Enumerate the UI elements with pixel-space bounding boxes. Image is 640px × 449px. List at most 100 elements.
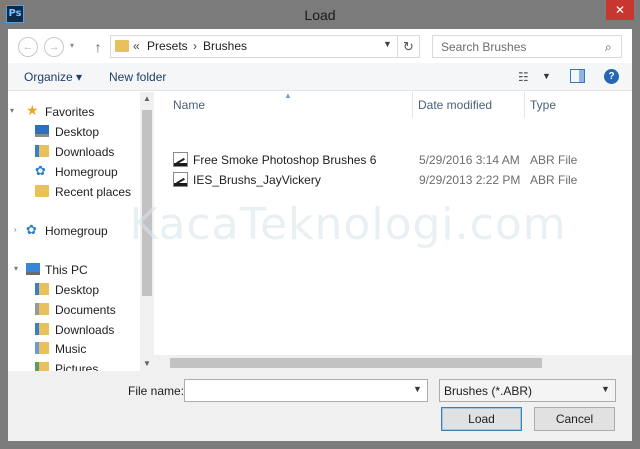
recent-places-icon xyxy=(35,185,49,197)
column-header-name[interactable]: ▲ Name xyxy=(154,91,412,118)
nav-pane-scrollbar[interactable]: ▲ ▼ xyxy=(140,92,154,371)
desktop-folder-icon xyxy=(35,283,49,295)
abr-file-icon xyxy=(173,172,188,187)
address-bar[interactable]: « Presets › Brushes ▼ xyxy=(110,35,398,58)
file-name-dropdown-icon[interactable]: ▼ xyxy=(413,384,422,394)
back-button[interactable]: ← xyxy=(18,37,38,57)
refresh-button[interactable]: ↻ xyxy=(398,35,420,58)
chevron-down-icon[interactable]: ▼ xyxy=(601,384,610,394)
scrollbar-thumb[interactable] xyxy=(170,358,542,368)
file-name: Free Smoke Photoshop Brushes 6 xyxy=(193,153,377,167)
cancel-button[interactable]: Cancel xyxy=(534,407,615,431)
nav-item-label: Documents xyxy=(55,303,116,317)
breadcrumb-presets[interactable]: Presets xyxy=(147,39,188,53)
downloads-folder-icon xyxy=(35,323,49,335)
nav-item-label: Pictures xyxy=(55,362,99,371)
file-type: ABR File xyxy=(530,153,578,167)
preview-pane-icon[interactable] xyxy=(570,69,585,83)
column-header-type[interactable]: Type xyxy=(525,92,632,118)
pictures-folder-icon xyxy=(35,362,49,371)
scroll-up-icon[interactable]: ▲ xyxy=(140,92,154,106)
file-row[interactable]: IES_Brushs_JayVickery 9/29/2013 2:22 PM … xyxy=(154,170,632,190)
file-name-input[interactable]: ▼ xyxy=(184,379,428,402)
command-toolbar: Organize ▾ New folder ☷ ▼ ? xyxy=(8,63,632,91)
collapse-icon[interactable]: ▾ xyxy=(14,264,18,273)
column-header-label: Type xyxy=(530,98,557,112)
nav-item-homegroup-root[interactable]: › ✿ Homegroup xyxy=(8,221,140,241)
homegroup-icon: ✿ xyxy=(26,222,37,237)
homegroup-icon: ✿ xyxy=(35,163,46,178)
nav-item-label: Favorites xyxy=(45,105,95,119)
nav-item-label: Desktop xyxy=(55,125,100,139)
column-header-date-modified[interactable]: Date modified xyxy=(413,92,524,118)
file-row[interactable]: Free Smoke Photoshop Brushes 6 5/29/2016… xyxy=(154,150,632,170)
nav-item-label: Desktop xyxy=(55,283,100,297)
folder-icon xyxy=(115,40,129,52)
column-header-label: Name xyxy=(173,98,206,112)
nav-item-documents[interactable]: Documents xyxy=(8,300,140,320)
view-dropdown-icon[interactable]: ▼ xyxy=(542,71,551,81)
nav-item-label: Music xyxy=(55,342,87,356)
nav-item-label: Recent places xyxy=(55,185,132,199)
nav-item-desktop[interactable]: Desktop xyxy=(8,122,140,142)
nav-item-label: Homegroup xyxy=(45,224,108,238)
star-icon: ★ xyxy=(26,102,39,118)
organize-menu[interactable]: Organize ▾ xyxy=(24,70,82,84)
abr-file-icon xyxy=(173,152,188,167)
documents-folder-icon xyxy=(35,303,49,315)
nav-item-label: Downloads xyxy=(55,145,115,159)
dialog-body: ← → ▾ ↑ « Presets › Brushes ▼ ↻ Search B… xyxy=(8,29,632,441)
nav-item-this-pc[interactable]: ▾ This PC xyxy=(8,260,140,280)
breadcrumb-separator[interactable]: › xyxy=(193,39,197,53)
nav-item-music[interactable]: Music xyxy=(8,339,140,359)
load-dialog: Ps Load ✕ ← → ▾ ↑ « Presets › Brushes ▼ … xyxy=(0,0,640,449)
search-placeholder: Search Brushes xyxy=(441,40,527,54)
search-input[interactable]: Search Brushes ⌕ xyxy=(432,35,622,58)
load-button[interactable]: Load xyxy=(441,407,522,431)
expand-icon[interactable]: › xyxy=(14,225,17,234)
downloads-folder-icon xyxy=(35,145,49,157)
forward-button[interactable]: → xyxy=(44,37,64,57)
navigation-pane: ▾ ★ Favorites Desktop Downloads ✿ Homegr… xyxy=(8,92,154,371)
file-name: IES_Brushs_JayVickery xyxy=(193,173,321,187)
title-bar[interactable]: Ps Load ✕ xyxy=(0,0,640,29)
nav-item-recent-places[interactable]: Recent places xyxy=(8,182,140,202)
breadcrumb-brushes[interactable]: Brushes xyxy=(203,39,247,53)
nav-item-pc-desktop[interactable]: Desktop xyxy=(8,280,140,300)
new-folder-button[interactable]: New folder xyxy=(109,70,166,84)
nav-item-label: This PC xyxy=(45,263,88,277)
search-icon[interactable]: ⌕ xyxy=(605,40,612,55)
help-icon[interactable]: ? xyxy=(604,69,619,84)
file-type-filter-value: Brushes (*.ABR) xyxy=(444,384,533,398)
nav-item-pc-downloads[interactable]: Downloads xyxy=(8,320,140,340)
file-type-filter-select[interactable]: Brushes (*.ABR) ▼ xyxy=(439,379,616,402)
nav-item-favorites[interactable]: ▾ ★ Favorites xyxy=(8,102,140,122)
file-name-label: File name: xyxy=(128,384,185,398)
computer-icon xyxy=(26,263,40,275)
file-date-modified: 5/29/2016 3:14 AM xyxy=(419,153,520,167)
sort-ascending-icon: ▲ xyxy=(284,91,292,100)
address-dropdown-icon[interactable]: ▼ xyxy=(383,39,392,49)
nav-item-label: Homegroup xyxy=(55,165,118,179)
dialog-footer: File name: ▼ Brushes (*.ABR) ▼ Load Canc… xyxy=(8,371,632,441)
window-title: Load xyxy=(304,7,336,23)
collapse-icon[interactable]: ▾ xyxy=(10,106,14,115)
view-options-icon[interactable]: ☷ xyxy=(518,70,529,84)
file-date-modified: 9/29/2013 2:22 PM xyxy=(419,173,521,187)
nav-item-downloads[interactable]: Downloads xyxy=(8,142,140,162)
up-button[interactable]: ↑ xyxy=(90,37,106,57)
scroll-down-icon[interactable]: ▼ xyxy=(140,357,154,371)
nav-item-label: Downloads xyxy=(55,323,115,337)
music-folder-icon xyxy=(35,342,49,354)
column-header-label: Date modified xyxy=(418,98,493,112)
recent-locations-chevron-icon[interactable]: ▾ xyxy=(70,41,74,50)
nav-item-pictures[interactable]: Pictures xyxy=(8,359,140,371)
scrollbar-thumb[interactable] xyxy=(142,110,152,296)
file-type: ABR File xyxy=(530,173,578,187)
close-button[interactable]: ✕ xyxy=(606,0,634,20)
nav-item-homegroup[interactable]: ✿ Homegroup xyxy=(8,162,140,182)
file-list-horizontal-scrollbar[interactable] xyxy=(154,355,632,371)
desktop-icon xyxy=(35,125,49,137)
breadcrumb-overflow[interactable]: « xyxy=(133,39,140,53)
file-list: ▲ Name Date modified Type Free Smoke Pho… xyxy=(154,91,632,371)
